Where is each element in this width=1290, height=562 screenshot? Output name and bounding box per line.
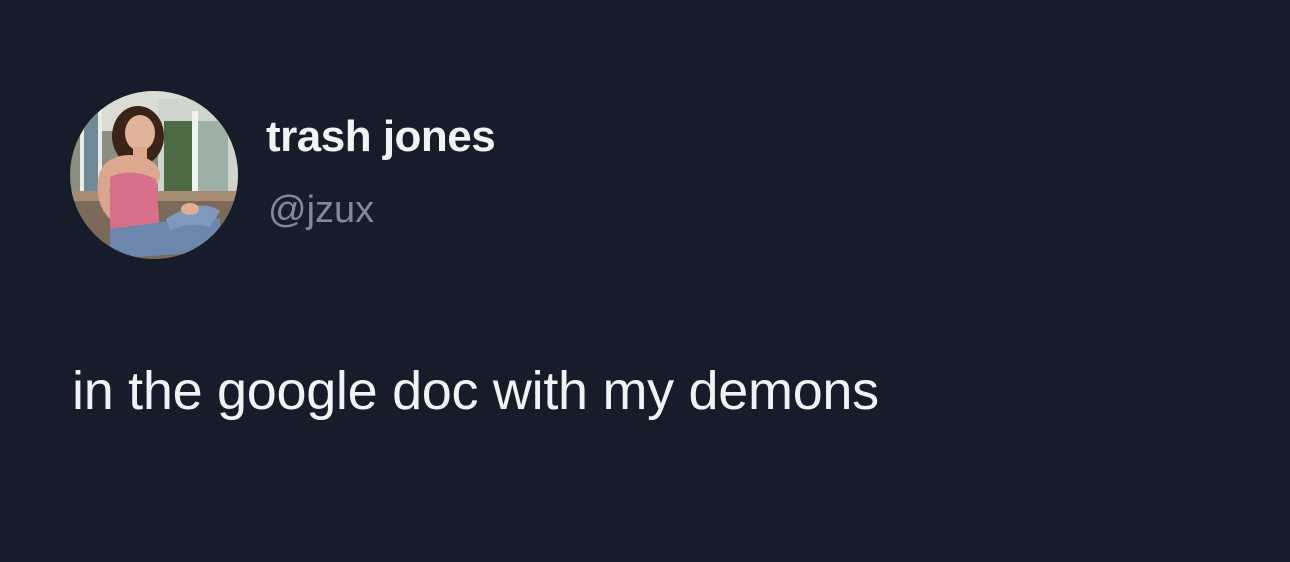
avatar-photo [70, 91, 238, 259]
avatar[interactable] [70, 91, 238, 259]
tweet-text: in the google doc with my demons [72, 361, 879, 421]
tweet-card: trash jones @jzux in the google doc with… [0, 0, 1290, 562]
author-display-name[interactable]: trash jones [266, 112, 496, 161]
author-handle[interactable]: @jzux [268, 189, 374, 232]
